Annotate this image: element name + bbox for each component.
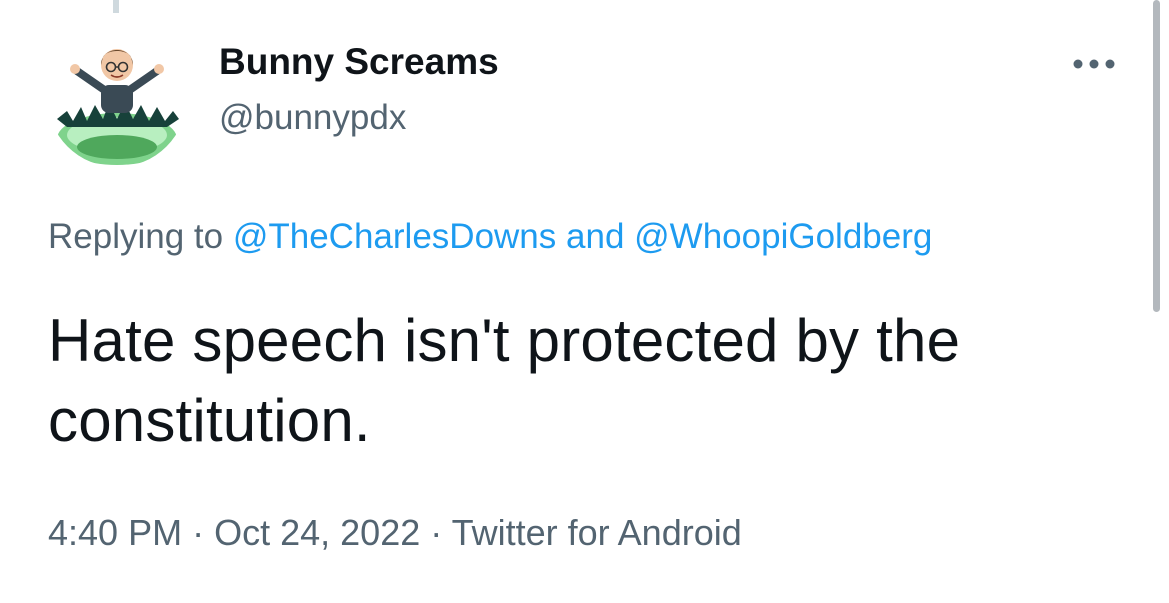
replying-to-line: Replying to @TheCharlesDowns and @Whoopi… — [48, 213, 932, 261]
meta-separator: · — [192, 512, 205, 553]
mention-link[interactable]: @TheCharlesDowns — [233, 217, 556, 256]
tweet-source[interactable]: Twitter for Android — [452, 512, 742, 553]
tweet-metadata: 4:40 PM · Oct 24, 2022 · Twitter for And… — [48, 509, 742, 557]
tweet-detail-view: Bunny Screams @bunnypdx Replying to @The… — [0, 0, 1169, 603]
more-options-button[interactable] — [1068, 44, 1120, 84]
meta-separator: · — [430, 512, 443, 553]
author-display-name[interactable]: Bunny Screams — [219, 38, 499, 86]
mention-link[interactable]: @WhoopiGoldberg — [634, 217, 932, 256]
author-handle[interactable]: @bunnypdx — [219, 96, 499, 140]
bitmoji-avatar-icon[interactable] — [47, 27, 187, 167]
tweet-date[interactable]: Oct 24, 2022 — [214, 512, 420, 553]
tweet-author: Bunny Screams @bunnypdx — [219, 38, 499, 140]
tweet-body: Hate speech isn't protected by the const… — [48, 301, 1128, 461]
tweet-text-line: Hate speech isn't protected by the — [48, 307, 961, 374]
tweet-text-line: constitution. — [48, 387, 371, 454]
thread-connector-line — [113, 0, 119, 13]
more-horizontal-icon — [1073, 59, 1115, 69]
scrollbar[interactable] — [1153, 0, 1160, 312]
mention-conjunction[interactable]: and — [566, 217, 624, 256]
tweet-time[interactable]: 4:40 PM — [48, 512, 182, 553]
replying-to-label: Replying to — [48, 217, 224, 256]
